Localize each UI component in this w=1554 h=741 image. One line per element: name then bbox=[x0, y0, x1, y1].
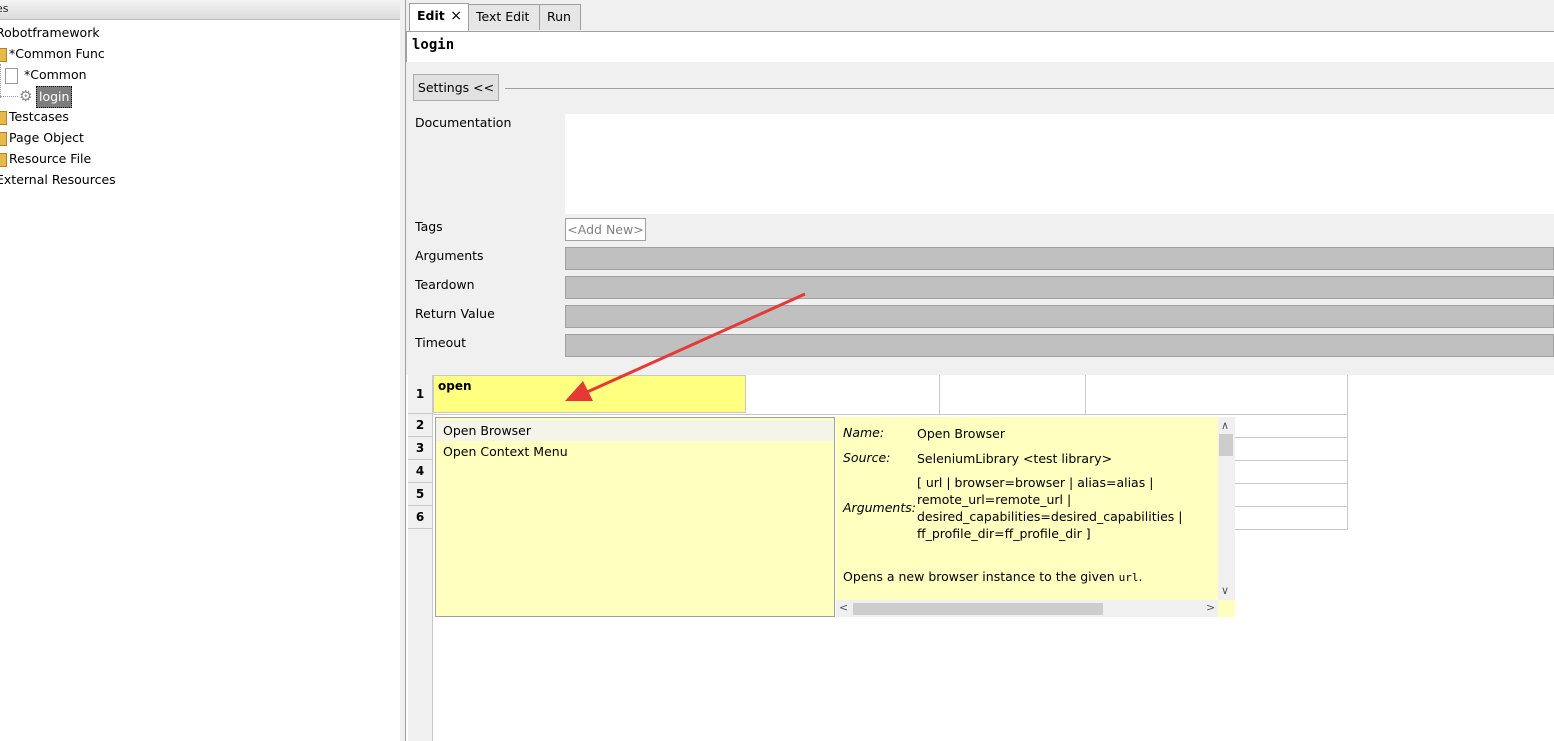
documentation-label: Documentation bbox=[415, 115, 512, 130]
scroll-left-icon[interactable]: < bbox=[839, 601, 848, 614]
doc-arguments-line: ff_profile_dir=ff_profile_dir ] bbox=[917, 526, 1091, 541]
tab-run[interactable]: Run bbox=[539, 4, 581, 30]
active-keyword-cell[interactable]: open bbox=[433, 375, 746, 413]
tab-label: Edit bbox=[417, 8, 445, 23]
tree-item-label: *Common Func bbox=[9, 46, 105, 61]
tree-item-label: Page Object bbox=[9, 130, 84, 145]
tree-connector bbox=[0, 64, 1, 98]
doc-arguments-line: remote_url=remote_url | bbox=[917, 492, 1072, 507]
folder-icon bbox=[0, 48, 7, 62]
scroll-up-icon[interactable]: ∧ bbox=[1221, 419, 1229, 432]
grid-line bbox=[939, 375, 940, 414]
gear-icon: ⚙ bbox=[19, 87, 33, 105]
tree-item-external-resources[interactable]: External Resources bbox=[0, 170, 118, 190]
autocomplete-list: Open Browser Open Context Menu bbox=[435, 417, 835, 617]
row-header[interactable]: 3 bbox=[408, 437, 432, 460]
keyword-title-bar: login bbox=[406, 32, 1554, 62]
tree-panel-title: es bbox=[0, 2, 9, 15]
tags-add-new-field[interactable]: <Add New> bbox=[565, 218, 646, 241]
project-tree-panel: es Robotframework *Common Func *Common ⚙… bbox=[0, 0, 401, 741]
tree-item-login[interactable]: ⚙ login bbox=[19, 86, 73, 108]
grid-line bbox=[433, 414, 1348, 415]
doc-source-key: Source: bbox=[843, 450, 891, 465]
teardown-field[interactable] bbox=[565, 276, 1554, 299]
doc-horizontal-scroll-thumb[interactable] bbox=[853, 603, 1103, 615]
editor-panel: Edit × Text Edit Run login Settings << D… bbox=[406, 0, 1554, 741]
timeout-label: Timeout bbox=[415, 335, 467, 350]
tree-item-label: login bbox=[36, 86, 73, 108]
doc-name-key: Name: bbox=[843, 425, 885, 440]
tree-item-label: *Common bbox=[24, 67, 87, 82]
tree-item-common[interactable]: *Common bbox=[5, 65, 89, 85]
doc-description-end: . bbox=[1138, 569, 1143, 584]
tree-item-label: Resource File bbox=[9, 151, 92, 166]
doc-vertical-scroll-thumb[interactable] bbox=[1219, 434, 1233, 456]
keyword-title: login bbox=[412, 37, 455, 53]
tree-item-resource-file[interactable]: Resource File bbox=[0, 149, 93, 169]
arguments-label: Arguments bbox=[415, 248, 484, 263]
tab-label: Run bbox=[547, 9, 571, 24]
row-header[interactable]: 6 bbox=[408, 506, 432, 529]
row-header[interactable]: 5 bbox=[408, 483, 432, 506]
folder-icon bbox=[0, 132, 7, 146]
doc-name-value: Open Browser bbox=[917, 426, 1006, 441]
documentation-field[interactable] bbox=[565, 114, 1554, 214]
tree-item-testcases[interactable]: Testcases bbox=[0, 107, 71, 127]
teardown-label: Teardown bbox=[415, 277, 475, 292]
tree-item-robotframework[interactable]: Robotframework bbox=[0, 23, 102, 43]
grid-line bbox=[1235, 437, 1348, 438]
settings-toggle-button[interactable]: Settings << bbox=[413, 74, 499, 101]
tree-panel-header: es bbox=[0, 0, 400, 20]
row-header[interactable]: 2 bbox=[408, 414, 432, 437]
keyword-editor: login Settings << Documentation Tags <Ad… bbox=[406, 32, 1554, 741]
row-header[interactable]: 4 bbox=[408, 460, 432, 483]
doc-arguments-line: desired_capabilities=desired_capabilitie… bbox=[917, 509, 1183, 524]
doc-description-text: Opens a new browser instance to the give… bbox=[843, 569, 1119, 584]
tags-label: Tags bbox=[415, 219, 443, 234]
settings-divider bbox=[505, 88, 1554, 89]
tree-item-label: Testcases bbox=[9, 109, 69, 124]
doc-arguments-key: Arguments: bbox=[843, 500, 916, 515]
tab-label: Text Edit bbox=[476, 9, 530, 24]
tree-item-common-func[interactable]: *Common Func bbox=[0, 44, 107, 64]
return-value-field[interactable] bbox=[565, 305, 1554, 328]
scroll-right-icon[interactable]: > bbox=[1206, 601, 1215, 614]
doc-description: Opens a new browser instance to the give… bbox=[843, 569, 1143, 584]
row-header[interactable]: 1 bbox=[408, 375, 432, 414]
tab-edit[interactable]: Edit × bbox=[409, 3, 469, 31]
grid-line bbox=[1235, 529, 1348, 530]
autocomplete-item-open-browser[interactable]: Open Browser bbox=[436, 420, 834, 441]
autocomplete-item-open-context-menu[interactable]: Open Context Menu bbox=[436, 441, 834, 462]
doc-arguments-value: [ url | browser=browser | alias=alias | … bbox=[917, 474, 1217, 542]
keyword-doc-popup: Name: Open Browser Source: SeleniumLibra… bbox=[836, 417, 1235, 617]
return-value-label: Return Value bbox=[415, 306, 495, 321]
grid-line bbox=[1085, 375, 1086, 414]
folder-icon bbox=[0, 111, 7, 125]
tree-item-label: Robotframework bbox=[0, 25, 100, 40]
editor-tabstrip: Edit × Text Edit Run bbox=[406, 0, 1554, 32]
tree-connector bbox=[0, 96, 18, 97]
grid-line bbox=[1235, 460, 1348, 461]
doc-arguments-line: [ url | browser=browser | alias=alias | bbox=[917, 475, 1154, 490]
folder-icon bbox=[0, 153, 7, 167]
cell-text: open bbox=[438, 379, 472, 393]
tree-item-page-object[interactable]: Page Object bbox=[0, 128, 86, 148]
arguments-field[interactable] bbox=[565, 247, 1554, 270]
scroll-down-icon[interactable]: ∨ bbox=[1221, 584, 1229, 597]
file-icon bbox=[5, 68, 18, 84]
doc-description-code: url bbox=[1118, 571, 1139, 584]
tree-item-label: External Resources bbox=[0, 172, 116, 187]
tab-text-edit[interactable]: Text Edit bbox=[468, 4, 540, 30]
grid-line bbox=[1235, 483, 1348, 484]
doc-source-value: SeleniumLibrary <test library> bbox=[917, 451, 1113, 466]
close-icon[interactable]: × bbox=[450, 4, 462, 28]
timeout-field[interactable] bbox=[565, 334, 1554, 357]
grid-line bbox=[1235, 506, 1348, 507]
